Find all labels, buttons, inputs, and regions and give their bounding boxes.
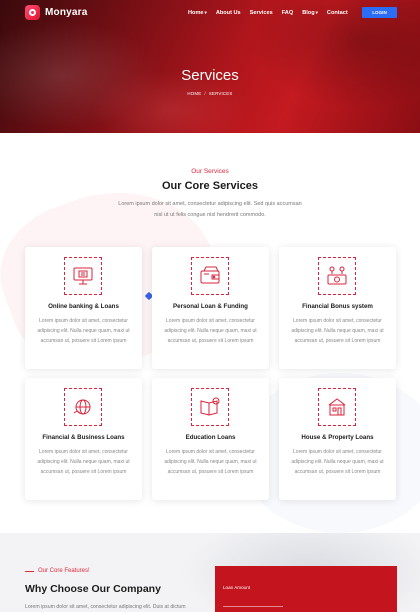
card-title: Online banking & Loans	[48, 303, 119, 310]
nav-item-services[interactable]: Services	[250, 10, 273, 16]
online-banking-icon	[64, 257, 102, 295]
section-title: Our Core Services	[162, 180, 258, 192]
nav-item-home[interactable]: Home▾	[188, 10, 207, 16]
services-section: Our Services Our Core Services Lorem ips…	[0, 133, 420, 533]
service-card-online-banking[interactable]: Online banking & Loans Lorem ipsum dolor…	[25, 247, 142, 369]
card-text: Lorem ipsum dolor sit amet, consectetur …	[291, 318, 384, 344]
card-text: Lorem ipsum dolor sit amet, consectetur …	[37, 318, 130, 344]
card-text: Lorem ipsum dolor sit amet, consectetur …	[291, 449, 384, 475]
chevron-down-icon: ▾	[315, 10, 318, 15]
card-title: Financial Bonus system	[302, 303, 373, 310]
card-title: House & Property Loans	[301, 434, 374, 441]
why-choose-section: Our Core Features! Why Choose Our Compan…	[0, 533, 420, 612]
brand-logo[interactable]: Monyara	[25, 5, 88, 20]
section-eyebrow: Our Services	[191, 168, 229, 175]
card-title: Financial & Business Loans	[42, 434, 125, 441]
service-card-house-loan[interactable]: House & Property Loans Lorem ipsum dolor…	[279, 378, 396, 500]
chevron-down-icon: ▾	[204, 10, 207, 15]
breadcrumb-current: SERVICES	[208, 91, 233, 96]
education-loan-icon	[191, 388, 229, 426]
breadcrumb-home[interactable]: HOME	[187, 91, 201, 96]
card-text: Lorem ipsum dolor sit amet, consectetur …	[164, 318, 257, 344]
nav-item-contact[interactable]: Contact	[327, 10, 348, 16]
nav-item-blog[interactable]: Blog▾	[302, 10, 318, 16]
house-loan-icon	[318, 388, 356, 426]
page-title: Services	[181, 67, 239, 84]
hero-banner: Monyara Home▾ About Us Services FAQ Blog…	[0, 0, 420, 133]
loan-amount-slider[interactable]	[223, 606, 283, 607]
card-text: Lorem ipsum dolor sit amet, consectetur …	[37, 449, 130, 475]
service-card-bonus-system[interactable]: Financial Bonus system Lorem ipsum dolor…	[279, 247, 396, 369]
section-description: Lorem ipsum dolor sit amet, consectetur …	[118, 201, 302, 218]
login-button[interactable]: LOGIN	[362, 7, 397, 18]
dash-decoration	[25, 570, 34, 572]
service-card-business-loan[interactable]: Financial & Business Loans Lorem ipsum d…	[25, 378, 142, 500]
brand-name: Monyara	[45, 7, 88, 18]
section-description: Lorem ipsum dolor sit amet, consectetur …	[25, 604, 186, 610]
breadcrumb: HOME / SERVICES	[0, 91, 420, 96]
logo-icon	[25, 5, 40, 20]
card-title: Education Loans	[185, 434, 236, 441]
main-nav: Home▾ About Us Services FAQ Blog▾ Contac…	[188, 10, 348, 16]
card-text: Lorem ipsum dolor sit amet, consectetur …	[164, 449, 257, 475]
section-eyebrow: Our Core Features!	[25, 568, 90, 574]
nav-item-faq[interactable]: FAQ	[282, 10, 294, 16]
personal-loan-icon	[191, 257, 229, 295]
bonus-system-icon	[318, 257, 356, 295]
business-loan-icon	[64, 388, 102, 426]
nav-item-about[interactable]: About Us	[216, 10, 241, 16]
breadcrumb-separator: /	[204, 91, 206, 96]
eyebrow-text: Our Core Features!	[38, 568, 90, 574]
section-title: Why Choose Our Company	[25, 583, 161, 595]
loan-calculator-panel: Loan Amount	[215, 566, 397, 612]
loan-amount-label: Loan Amount	[223, 585, 251, 590]
service-card-personal-loan[interactable]: Personal Loan & Funding Lorem ipsum dolo…	[152, 247, 269, 369]
service-card-education-loan[interactable]: Education Loans Lorem ipsum dolor sit am…	[152, 378, 269, 500]
card-title: Personal Loan & Funding	[173, 303, 248, 310]
